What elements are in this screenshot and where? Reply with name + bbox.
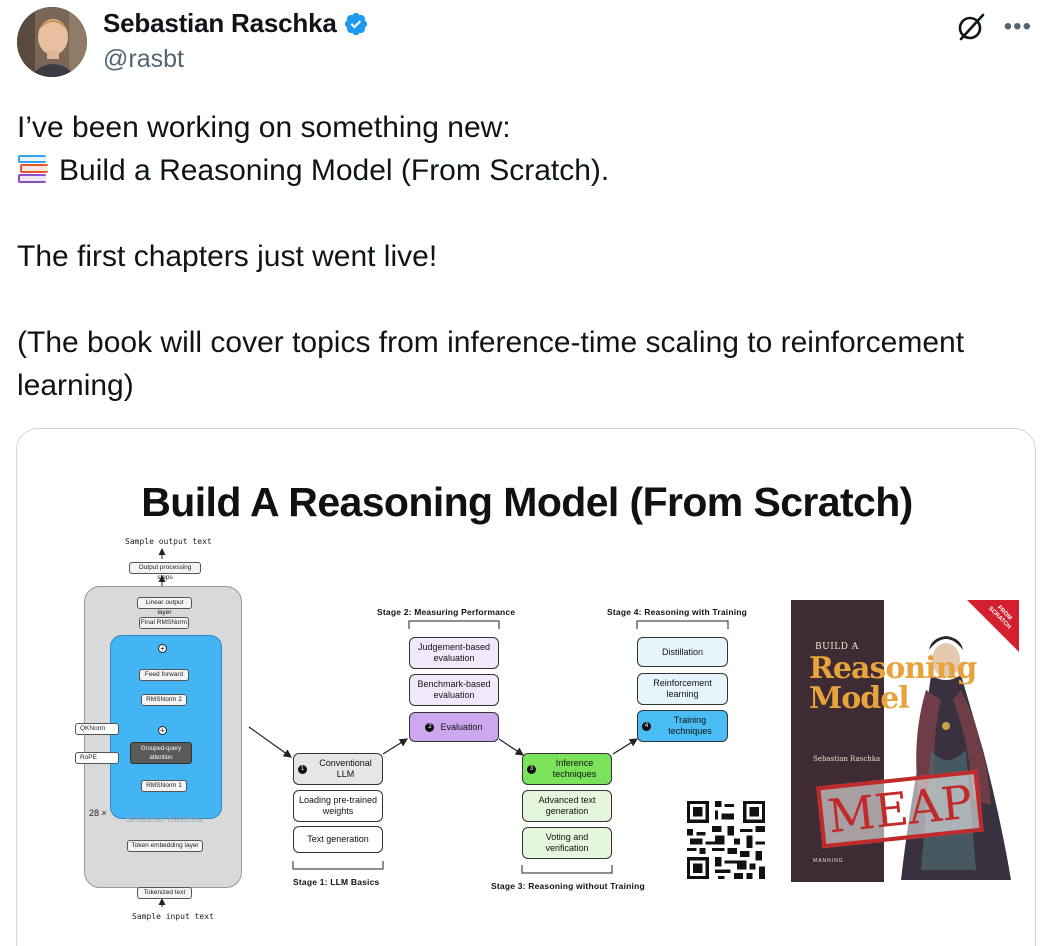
stage4-main-label: Training techniques — [668, 715, 712, 736]
tweet-line-4: (The book will cover topics from inferen… — [17, 326, 965, 402]
more-options-icon[interactable]: ••• — [1004, 15, 1032, 39]
books-emoji — [18, 155, 48, 183]
diagram-watermark: Sebastian Raschka — [125, 814, 203, 824]
qknorm-box: QKNorm — [75, 723, 119, 735]
tweet-line-2-text: Build a Reasoning Model (From Scratch). — [59, 154, 610, 187]
sample-input-label: Sample input text — [132, 912, 214, 921]
stage3-number: 3 — [527, 764, 536, 774]
stage4-distillation: Distillation — [637, 637, 728, 667]
book-title: Reasoning Model — [809, 654, 977, 716]
residual-add-icon: + — [158, 644, 167, 653]
stage2-evaluation: 2 Evaluation — [409, 712, 499, 742]
tweet-media-image[interactable]: Build A Reasoning Model (From Scratch) S… — [16, 428, 1036, 946]
final-rmsnorm-box: Final RMSNorm — [139, 617, 189, 629]
grok-icon[interactable] — [956, 12, 986, 42]
stage4-training-techniques: 4 Training techniques — [637, 710, 728, 742]
stage3-voting-verification: Voting and verification — [522, 827, 612, 859]
grouped-query-attention-box: Grouped-query attention — [130, 742, 192, 764]
author-display-name[interactable]: Sebastian Raschka — [103, 8, 337, 39]
tweet-header-actions: ••• — [956, 12, 1032, 42]
stage4-number: 4 — [642, 721, 651, 731]
stage3-main-label: Inference techniques — [552, 758, 597, 779]
tweet-line-3: The first chapters just went live! — [17, 240, 438, 273]
tweet-line-2: Build a Reasoning Model (From Scratch). — [17, 149, 1037, 192]
tokenized-text-box: Tokenized text — [137, 887, 192, 899]
rope-box: RoPE — [75, 752, 119, 764]
verified-badge-icon[interactable] — [343, 11, 369, 37]
stage1-conventional-llm: 1 Conventional LLM — [293, 753, 383, 785]
avatar-image — [17, 7, 87, 77]
rmsnorm1-box: RMSNorm 1 — [141, 780, 187, 792]
stage3-advanced-generation: Advanced text generation — [522, 790, 612, 822]
stage2-number: 2 — [425, 722, 435, 732]
gqa-label-2: attention — [149, 755, 173, 761]
stage2-main-label: Evaluation — [440, 721, 483, 732]
stage2-benchmark-eval: Benchmark-based evaluation — [409, 674, 499, 706]
book-title-line-2: Model — [809, 681, 910, 716]
stage2-label: Stage 2: Measuring Performance — [377, 607, 516, 617]
tweet-line-1: I’ve been working on something new: — [17, 111, 511, 144]
author-handle[interactable]: @rasbt — [103, 45, 184, 74]
stage4-label: Stage 4: Reasoning with Training — [607, 607, 748, 617]
stage3-inference-techniques: 3 Inference techniques — [522, 753, 612, 785]
book-publisher: MANNING — [813, 858, 844, 864]
residual-add-icon: + — [158, 726, 167, 735]
stage1-label: Stage 1: LLM Basics — [293, 877, 380, 887]
stage2-judgement-eval: Judgement-based evaluation — [409, 637, 499, 669]
tweet-text: I’ve been working on something new: Buil… — [17, 106, 1037, 407]
feed-forward-box: Feed forward — [139, 669, 189, 681]
book-cover: BUILD A Reasoning Model Sebastian Raschk… — [791, 600, 1019, 882]
rmsnorm2-box: RMSNorm 2 — [141, 694, 187, 706]
stage1-text-generation: Text generation — [293, 826, 383, 853]
book-author: Sebastian Raschka — [813, 755, 881, 763]
stage1-loading-weights: Loading pre-trained weights — [293, 790, 383, 822]
output-processing-box: Output processing steps — [129, 562, 201, 581]
sample-output-label: Sample output text — [125, 537, 212, 546]
qr-code — [687, 801, 765, 879]
author-name-row[interactable]: Sebastian Raschka — [103, 8, 369, 39]
stage3-label: Stage 3: Reasoning without Training — [491, 881, 645, 891]
token-embedding-box: Token embedding layer — [127, 840, 203, 852]
stage4-reinforcement-learning: Reinforcement learning — [637, 673, 728, 705]
stage1-number: 1 — [298, 764, 307, 774]
repeat-count-label: 28 × — [89, 808, 107, 818]
avatar[interactable] — [17, 7, 87, 77]
linear-output-box: Linear output layer — [137, 597, 192, 616]
stage1-main-label: Conventional LLM — [319, 758, 372, 779]
gqa-label-1: Grouped-query — [140, 746, 182, 752]
